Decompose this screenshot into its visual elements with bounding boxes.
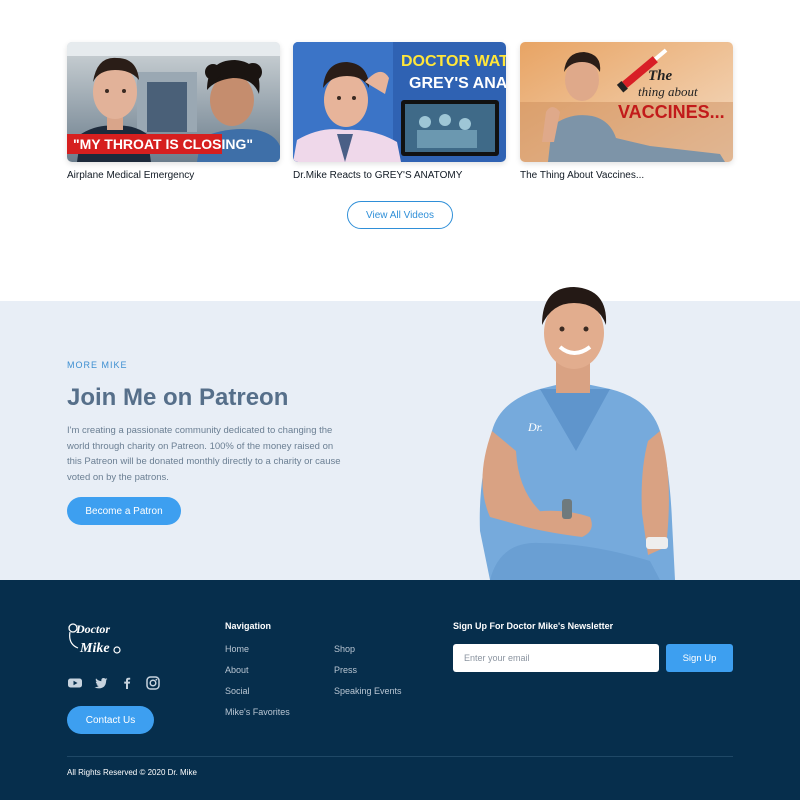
thumbnail-caption: DOCTOR WATCHES bbox=[401, 53, 506, 70]
social-links bbox=[67, 675, 161, 691]
footer-divider bbox=[67, 756, 733, 757]
footer-link-mikes-favorites[interactable]: Mike's Favorites bbox=[225, 707, 290, 728]
patreon-section: MORE MIKE Join Me on Patreon I'm creatin… bbox=[0, 287, 800, 580]
thumbnail-caption: thing about bbox=[638, 84, 698, 99]
video-card-greys-anatomy[interactable]: DOCTOR WATCHES GREY'S ANATOMY Dr.Mike Re… bbox=[293, 42, 506, 181]
thumbnail-caption: GREY'S ANATOMY bbox=[409, 75, 506, 92]
footer-link-home[interactable]: Home bbox=[225, 644, 290, 665]
doctor-mike-logo[interactable]: Doctor Mike bbox=[66, 620, 122, 660]
footer-link-speaking-events[interactable]: Speaking Events bbox=[334, 686, 402, 707]
svg-text:Dr.: Dr. bbox=[527, 420, 543, 434]
contact-us-button[interactable]: Contact Us bbox=[67, 706, 154, 734]
video-card-airplane[interactable]: "MY THROAT IS CLOSING" Airplane Medical … bbox=[67, 42, 280, 181]
newsletter-email-input[interactable] bbox=[453, 644, 659, 672]
view-all-videos-button[interactable]: View All Videos bbox=[347, 201, 453, 229]
video-title[interactable]: Airplane Medical Emergency bbox=[67, 170, 280, 181]
patreon-heading: Join Me on Patreon bbox=[67, 384, 289, 411]
facebook-icon[interactable] bbox=[119, 675, 135, 691]
footer-nav-column-1: Home About Social Mike's Favorites bbox=[225, 644, 290, 728]
video-thumbnail[interactable]: "MY THROAT IS CLOSING" bbox=[67, 42, 280, 162]
copyright-text: All Rights Reserved © 2020 Dr. Mike bbox=[67, 768, 197, 777]
footer-link-about[interactable]: About bbox=[225, 665, 290, 686]
doctor-photo: Dr. bbox=[479, 287, 675, 580]
become-patron-button[interactable]: Become a Patron bbox=[67, 497, 181, 525]
section-eyebrow: MORE MIKE bbox=[67, 360, 128, 370]
thumbnail-caption: VACCINES... bbox=[618, 102, 725, 122]
video-title[interactable]: The Thing About Vaccines... bbox=[520, 170, 733, 181]
video-card-vaccines[interactable]: The thing about VACCINES... The Thing Ab… bbox=[520, 42, 733, 181]
patreon-description: I'm creating a passionate community dedi… bbox=[67, 425, 341, 483]
site-footer: Doctor Mike Contact Us Navigation Home A… bbox=[0, 580, 800, 800]
footer-nav-column-2: Shop Press Speaking Events bbox=[334, 644, 402, 707]
video-thumbnail[interactable]: The thing about VACCINES... bbox=[520, 42, 733, 162]
instagram-icon[interactable] bbox=[145, 675, 161, 691]
video-title[interactable]: Dr.Mike Reacts to GREY'S ANATOMY bbox=[293, 170, 506, 181]
thumbnail-caption: The bbox=[648, 68, 673, 84]
newsletter-signup-button[interactable]: Sign Up bbox=[666, 644, 733, 672]
footer-link-press[interactable]: Press bbox=[334, 665, 402, 686]
youtube-icon[interactable] bbox=[67, 675, 83, 691]
logo-text: Mike bbox=[79, 641, 110, 656]
videos-section: "MY THROAT IS CLOSING" Airplane Medical … bbox=[0, 0, 800, 301]
footer-nav-heading: Navigation bbox=[225, 621, 272, 631]
logo-text: Doctor bbox=[75, 622, 110, 636]
video-thumbnail[interactable]: DOCTOR WATCHES GREY'S ANATOMY bbox=[293, 42, 506, 162]
twitter-icon[interactable] bbox=[93, 675, 109, 691]
thumbnail-caption: "MY THROAT IS CLOSING" bbox=[73, 136, 253, 152]
footer-link-shop[interactable]: Shop bbox=[334, 644, 402, 665]
footer-link-social[interactable]: Social bbox=[225, 686, 290, 707]
newsletter-heading: Sign Up For Doctor Mike's Newsletter bbox=[453, 621, 614, 631]
